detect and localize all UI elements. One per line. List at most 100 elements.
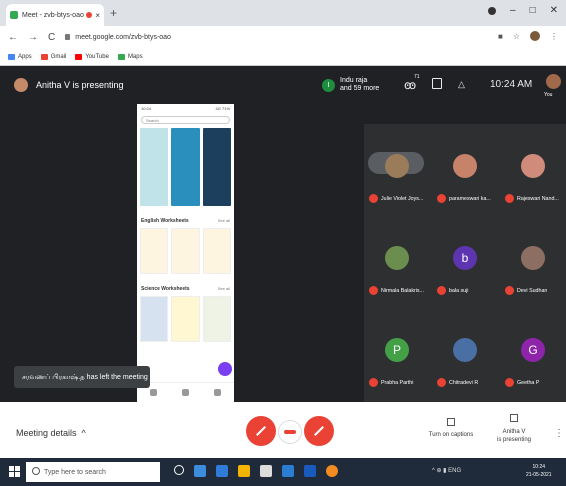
phone-section-header: English Worksheets See all [141, 218, 230, 224]
participant-tile[interactable]: Rajeswari Nand... [500, 124, 566, 216]
start-button[interactable] [9, 466, 20, 477]
profile-avatar[interactable] [530, 31, 540, 41]
browser-tab-bar: Meet - zvb-btys-oao × + – □ ✕ [0, 0, 566, 26]
cortana-icon[interactable] [174, 465, 184, 475]
url-field[interactable]: meet.google.com/zvb-btys-oao [65, 34, 171, 41]
people-icon[interactable]: ꙭ [404, 78, 416, 92]
mic-off-icon [505, 378, 514, 387]
taskbar-clock[interactable]: 10:24 21-05-2021 [526, 463, 552, 479]
camera-icon[interactable]: ■ [498, 32, 503, 41]
left-meeting-toast: சரவணப் பிரகாஷ்.த has left the meeting [14, 366, 150, 388]
mic-off-icon [369, 378, 378, 387]
leave-call-button[interactable] [278, 420, 302, 444]
worksheet-thumb [202, 228, 231, 274]
task-view-icon[interactable] [194, 465, 206, 477]
worksheet-thumb [140, 228, 169, 274]
more-icon [214, 389, 222, 396]
worksheet-thumb [140, 296, 169, 342]
participant-name: Chitradevi R [449, 379, 479, 386]
minimize-button[interactable]: – [510, 5, 516, 16]
phone-worksheet-row [140, 228, 231, 274]
participant-avatar: b [453, 246, 477, 270]
new-tab-button[interactable]: + [110, 6, 117, 20]
worksheet-thumb [171, 296, 200, 342]
participant-avatar [385, 246, 409, 270]
reload-button[interactable]: C [48, 32, 55, 43]
meeting-clock: 10:24 AM [490, 79, 533, 90]
phone-bottom-nav [137, 382, 234, 402]
self-avatar [546, 74, 561, 89]
participant-name: Prabha Parthi [381, 379, 414, 386]
meeting-details-button[interactable]: Meeting details ^ [16, 428, 86, 438]
worksheet-thumb [202, 296, 231, 342]
store-icon[interactable] [260, 465, 272, 477]
chat-icon[interactable] [432, 78, 442, 89]
camera-off-icon [314, 426, 324, 436]
participant-avatar [521, 154, 545, 178]
participant-name: Devi Sudhan [517, 287, 548, 294]
participant-avatar [453, 338, 477, 362]
word-icon[interactable] [304, 465, 316, 477]
participant-name: Geetha P [517, 379, 540, 386]
phone-search-field: Search [141, 116, 230, 124]
activities-icon[interactable]: △ [458, 79, 465, 90]
meet-top-right: I Indu raja and 59 more ꙭ 71 △ 10:24 AM … [322, 66, 566, 104]
participant-name: bala suji [449, 287, 469, 294]
meet-top-bar: Anitha V is presenting I Indu raja and 5… [0, 66, 566, 104]
participant-tile[interactable]: parameswari ka... [432, 124, 498, 216]
participant-avatar [385, 154, 409, 178]
participant-tile[interactable]: Julie Violet Joys... [364, 124, 430, 216]
chrome-icon[interactable] [326, 465, 338, 477]
participant-tile[interactable]: b bala suji [432, 216, 498, 308]
meet-favicon-icon [10, 11, 18, 19]
menu-icon[interactable]: ⋮ [550, 32, 558, 41]
browser-tab[interactable]: Meet - zvb-btys-oao × [6, 4, 104, 26]
participant-tile[interactable]: Nirmala Balakris... [364, 216, 430, 308]
close-window-button[interactable]: ✕ [550, 5, 558, 16]
meeting-stage: 10:24 4G 71% Search English Worksheets S… [0, 104, 566, 402]
edge-icon[interactable] [216, 465, 228, 477]
participant-avatar [521, 246, 545, 270]
tab-close-icon[interactable]: × [95, 11, 100, 20]
star-icon[interactable]: ☆ [513, 32, 520, 41]
captions-button[interactable]: Turn on captions [425, 418, 477, 438]
tab-title: Meet - zvb-btys-oao [22, 11, 84, 19]
apps-icon [8, 53, 15, 60]
participant-tile[interactable]: P Prabha Parthi [364, 308, 430, 400]
back-button[interactable]: ← [8, 32, 18, 43]
phone-fab-button [218, 362, 232, 376]
mic-toggle-button[interactable] [246, 416, 276, 446]
participant-avatar: P [385, 338, 409, 362]
presenting-button[interactable]: Anitha V is presenting [494, 414, 534, 444]
participant-tile[interactable]: Devi Sudhan [500, 216, 566, 308]
participant-name: Rajeswari Nand... [517, 195, 559, 202]
mic-off-icon [505, 286, 514, 295]
file-explorer-icon[interactable] [238, 465, 250, 477]
participant-grid: Julie Violet Joys... parameswari ka... R… [364, 124, 566, 402]
forward-button[interactable]: → [28, 32, 38, 43]
more-options-icon[interactable]: ⋮ [554, 428, 564, 439]
mail-icon[interactable] [282, 465, 294, 477]
lock-icon [65, 34, 71, 40]
camera-toggle-button[interactable] [304, 416, 334, 446]
system-tray[interactable]: ^ ⊕ ▮ ENG [432, 467, 461, 474]
bookmark-apps[interactable]: Apps [8, 53, 32, 60]
maximize-button[interactable]: □ [530, 5, 536, 16]
mic-off-icon [369, 194, 378, 203]
participant-name: Julie Violet Joys... [381, 195, 424, 202]
profile-dot-icon[interactable] [488, 7, 496, 15]
taskbar-search[interactable]: Type here to search [26, 462, 160, 482]
taskbar-apps [174, 465, 338, 477]
bookmark-gmail[interactable]: Gmail [40, 53, 66, 60]
participant-tile[interactable]: G Geetha P [500, 308, 566, 400]
featured-card [202, 128, 231, 206]
bookmark-maps[interactable]: Maps [117, 53, 143, 60]
maps-icon [117, 53, 125, 60]
bookmark-youtube[interactable]: YouTube [75, 53, 109, 60]
you-label: You [544, 92, 553, 98]
presenting-text: Anitha V is presenting [36, 80, 124, 90]
participant-name: Nirmala Balakris... [381, 287, 424, 294]
home-icon [149, 389, 157, 396]
participant-avatar: G [521, 338, 545, 362]
participant-tile[interactable]: Chitradevi R [432, 308, 498, 400]
